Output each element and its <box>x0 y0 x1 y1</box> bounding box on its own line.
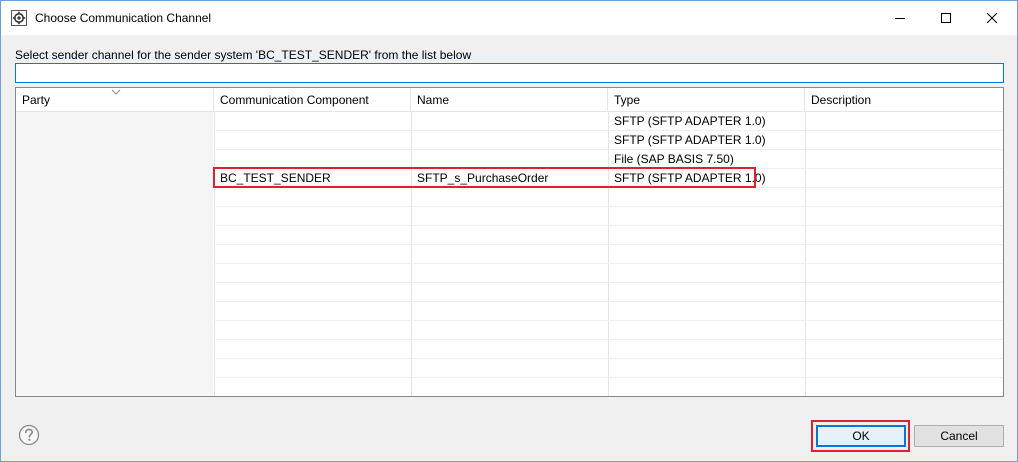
selected-row-highlight <box>213 167 756 188</box>
dialog-title: Choose Communication Channel <box>35 11 212 25</box>
row-divider <box>214 149 1003 150</box>
cell-description <box>805 112 1003 131</box>
column-header-label: Party <box>22 93 51 107</box>
column-header-description[interactable]: Description <box>805 88 1003 112</box>
cell-type: SFTP (SFTP ADAPTER 1.0) <box>614 133 766 147</box>
minimize-button[interactable] <box>877 1 923 35</box>
column-header-label: Name <box>417 93 450 107</box>
cell-party <box>16 112 214 131</box>
help-icon[interactable] <box>18 424 40 446</box>
party-column-stripe <box>16 264 213 283</box>
title-bar[interactable]: Choose Communication Channel <box>1 1 1017 35</box>
party-column-stripe <box>16 207 213 226</box>
dialog-window: Choose Communication Channel Select send… <box>0 0 1018 462</box>
table-row[interactable]: SFTP (SFTP ADAPTER 1.0) <box>16 112 1003 131</box>
cell-party <box>16 169 214 188</box>
row-divider <box>214 320 1003 321</box>
cell-name <box>411 131 608 150</box>
party-column-stripe <box>16 283 213 302</box>
table-row[interactable]: SFTP (SFTP ADAPTER 1.0) <box>16 131 1003 150</box>
minimize-icon <box>895 18 905 19</box>
party-column-stripe <box>16 321 213 340</box>
row-divider <box>214 244 1003 245</box>
row-divider <box>214 339 1003 340</box>
row-divider <box>214 301 1003 302</box>
cancel-button[interactable]: Cancel <box>914 425 1004 447</box>
party-column-stripe <box>16 359 213 378</box>
row-divider <box>214 263 1003 264</box>
cell-description <box>805 131 1003 150</box>
party-column-stripe <box>16 188 213 207</box>
close-icon <box>987 13 997 23</box>
column-header-type[interactable]: Type <box>608 88 805 112</box>
party-column-stripe <box>16 302 213 321</box>
row-divider <box>214 396 1003 397</box>
column-header-label: Communication Component <box>220 93 369 107</box>
cell-component <box>214 131 411 150</box>
row-divider <box>214 377 1003 378</box>
channel-table: Party Communication Component Name Type … <box>15 87 1004 397</box>
row-divider <box>214 358 1003 359</box>
close-button[interactable] <box>969 1 1015 35</box>
cell-party <box>16 131 214 150</box>
cell-component <box>214 112 411 131</box>
column-header-label: Description <box>811 93 872 107</box>
party-column-stripe <box>16 245 213 264</box>
ok-button[interactable]: OK <box>816 425 906 447</box>
cell-name <box>411 112 608 131</box>
maximize-button[interactable] <box>923 1 969 35</box>
cell-description <box>805 169 1003 188</box>
column-header-component[interactable]: Communication Component <box>214 88 411 112</box>
row-divider <box>214 206 1003 207</box>
row-divider <box>214 225 1003 226</box>
filter-input[interactable] <box>15 63 1004 83</box>
row-divider <box>214 130 1003 131</box>
sort-descending-icon <box>111 89 121 95</box>
row-divider <box>214 282 1003 283</box>
column-header-name[interactable]: Name <box>411 88 608 112</box>
party-column-stripe <box>16 340 213 359</box>
cell-description <box>805 150 1003 169</box>
cell-party <box>16 150 214 169</box>
party-column-stripe <box>16 226 213 245</box>
cell-type: SFTP (SFTP ADAPTER 1.0) <box>614 114 766 128</box>
party-column-stripe <box>16 378 213 396</box>
table-header: Party Communication Component Name Type … <box>16 88 1003 112</box>
maximize-icon <box>941 13 951 23</box>
column-header-label: Type <box>614 93 641 107</box>
column-header-party[interactable]: Party <box>16 88 214 112</box>
instruction-text: Select sender channel for the sender sys… <box>15 48 472 62</box>
app-gear-icon <box>11 10 27 26</box>
